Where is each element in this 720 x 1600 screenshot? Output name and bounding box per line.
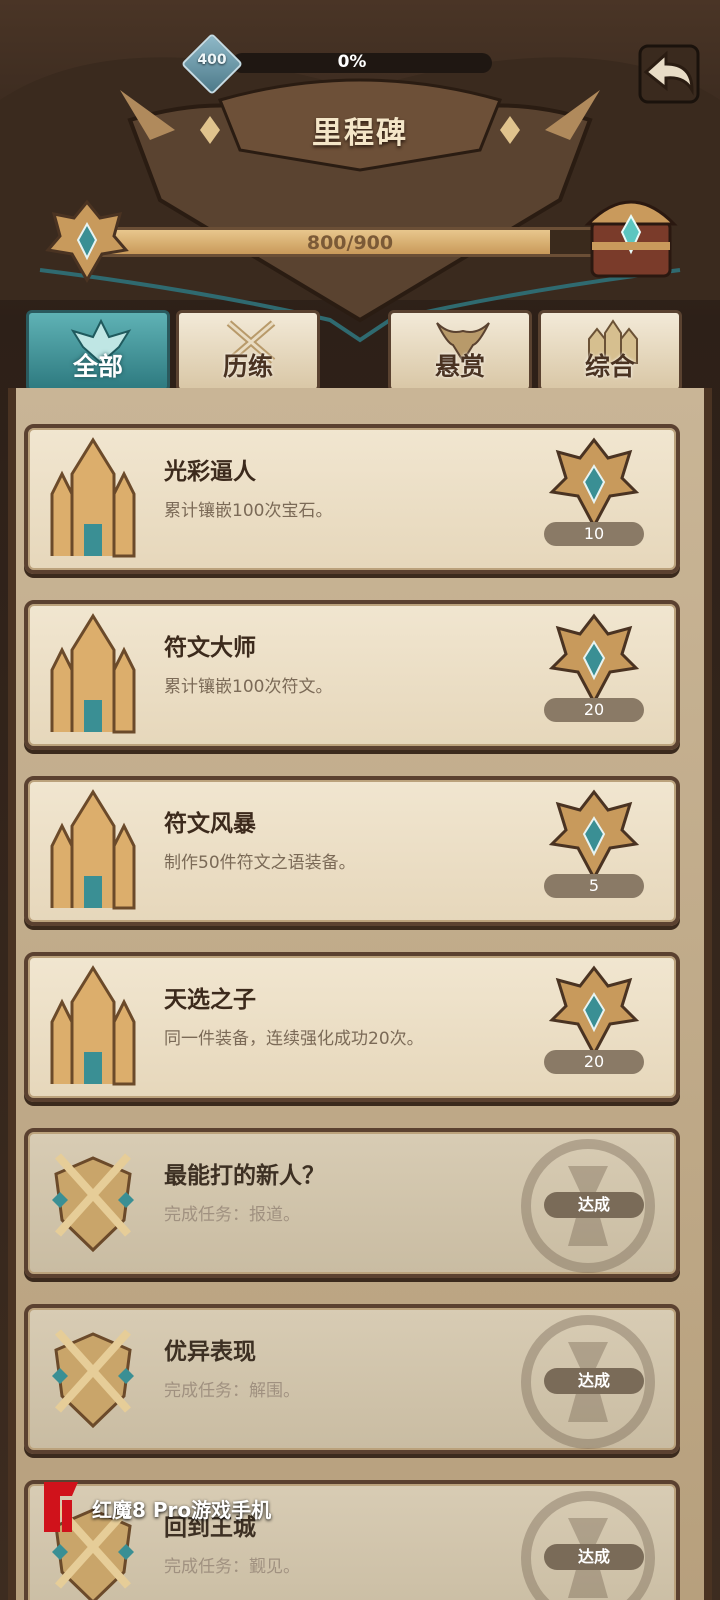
reward-amount: 5 — [544, 874, 644, 898]
milestone-desc: 完成任务：解围。 — [164, 1381, 300, 1401]
rank-crest-icon — [548, 789, 640, 882]
milestone-desc: 同一件装备，连续强化成功20次。 — [164, 1029, 424, 1049]
milestone-title: 符文风暴 — [164, 811, 256, 837]
milestone-card[interactable]: 优异表现 完成任务：解围。 达成 — [24, 1304, 680, 1454]
reward-amount: 10 — [544, 522, 644, 546]
milestone-progress-text: 800/900 — [306, 232, 394, 254]
tab-bounty[interactable]: 悬赏 — [388, 310, 532, 392]
tab-label: 全部 — [72, 352, 123, 381]
milestone-title: 光彩逼人 — [164, 459, 256, 485]
treasure-chest-icon[interactable] — [578, 186, 684, 286]
achieved-badge: 达成 — [544, 1192, 644, 1218]
milestone-title: 天选之子 — [164, 987, 256, 1013]
reward-amount: 20 — [544, 698, 644, 722]
milestone-desc: 累计镶嵌100次宝石。 — [164, 501, 333, 521]
crossed-swords-shield-icon — [52, 1329, 134, 1429]
top-progress-percent: 0% — [337, 52, 367, 72]
rank-crest-icon — [548, 965, 640, 1058]
milestone-card[interactable]: 天选之子 同一件装备，连续强化成功20次。 20 — [24, 952, 680, 1102]
reward-amount: 20 — [544, 1050, 644, 1074]
milestone-card[interactable]: 符文大师 累计镶嵌100次符文。 20 — [24, 600, 680, 750]
rank-crest-icon — [548, 613, 640, 706]
milestone-card[interactable]: 最能打的新人？ 完成任务：报道。 达成 — [24, 1128, 680, 1278]
back-arrow-icon[interactable] — [632, 40, 704, 110]
milestone-desc: 累计镶嵌100次符文。 — [164, 677, 333, 697]
tab-general[interactable]: 综合 — [538, 310, 682, 392]
milestone-desc: 完成任务：报道。 — [164, 1205, 300, 1225]
milestone-card[interactable]: 光彩逼人 累计镶嵌100次宝石。 10 — [24, 424, 680, 574]
tab-all[interactable]: 全部 — [26, 310, 170, 392]
achieved-badge: 达成 — [544, 1368, 644, 1394]
milestone-title: 最能打的新人？ — [164, 1163, 325, 1189]
castle-icon — [50, 965, 136, 1086]
milestone-title: 符文大师 — [164, 635, 256, 661]
rank-crest-icon — [548, 437, 640, 530]
page-title: 里程碑 — [312, 116, 408, 151]
rank-crest-icon — [45, 199, 129, 284]
milestone-desc: 完成任务：觐见。 — [164, 1557, 300, 1577]
castle-icon — [50, 437, 136, 558]
top-progress: 400 0% — [0, 0, 720, 96]
milestone-desc: 制作50件符文之语装备。 — [164, 853, 356, 873]
crossed-swords-shield-icon — [52, 1153, 134, 1253]
tab-training[interactable]: 历练 — [176, 310, 320, 392]
gem-value: 400 — [197, 52, 227, 68]
castle-icon — [50, 613, 136, 734]
tab-label: 历练 — [222, 352, 273, 381]
achieved-badge: 达成 — [544, 1544, 644, 1570]
castle-icon — [50, 789, 136, 910]
tab-label: 综合 — [584, 352, 635, 381]
milestone-card[interactable]: 符文风暴 制作50件符文之语装备。 5 — [24, 776, 680, 926]
milestone-screen: 400 0% 里程碑 800/900 全部 历练 悬赏 综合 光彩逼人 累计镶嵌… — [0, 0, 720, 1600]
tab-label: 悬赏 — [434, 352, 485, 381]
milestone-title: 优异表现 — [164, 1339, 256, 1365]
device-watermark: 红魔8 Pro游戏手机 — [92, 1498, 272, 1522]
category-tabs: 全部 历练 悬赏 综合 — [20, 300, 700, 400]
